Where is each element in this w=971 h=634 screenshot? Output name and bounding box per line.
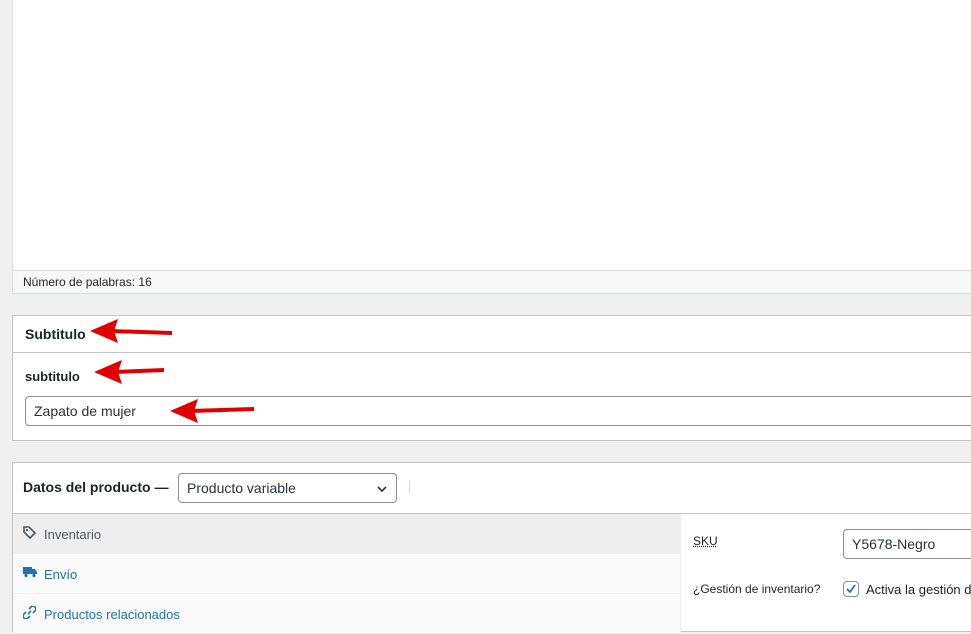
annotation-arrow-icon xyxy=(90,319,173,343)
manage-stock-label: ¿Gestión de inventario? xyxy=(693,582,821,596)
subtitle-field-label: subtitulo xyxy=(25,369,80,384)
product-type-value: Producto variable xyxy=(187,480,296,496)
tab-inventory[interactable]: Inventario xyxy=(13,514,680,554)
tab-linked-products[interactable]: Productos relacionados xyxy=(13,594,680,634)
annotation-arrow-icon xyxy=(94,360,165,384)
sku-input[interactable] xyxy=(843,529,971,559)
product-data-header: Datos del producto — Producto variable xyxy=(13,463,971,514)
checkmark-icon xyxy=(846,584,856,594)
tab-shipping-label: Envío xyxy=(44,567,78,582)
manage-stock-checkbox-label: Activa la gestión d xyxy=(866,582,971,597)
sku-label: SKU xyxy=(693,534,718,548)
subtitle-metabox-title: Subtitulo xyxy=(25,326,86,342)
annotation-arrow-icon xyxy=(170,399,255,423)
product-data-tabs: Inventario Envío Productos relacionados xyxy=(13,514,681,634)
chevron-down-icon xyxy=(376,482,388,498)
truck-icon xyxy=(23,566,37,581)
tab-linked-products-label: Productos relacionados xyxy=(44,607,180,622)
manage-stock-checkbox[interactable] xyxy=(843,581,859,597)
link-icon xyxy=(22,605,37,622)
product-data-metabox: Datos del producto — Producto variable I… xyxy=(12,462,971,634)
tab-shipping[interactable]: Envío xyxy=(13,554,680,594)
product-type-select[interactable]: Producto variable xyxy=(178,473,397,503)
word-count: Número de palabras: 16 xyxy=(23,275,152,289)
tab-inventory-label: Inventario xyxy=(44,527,102,542)
subtitle-input[interactable] xyxy=(25,396,971,426)
content-editor[interactable] xyxy=(12,0,971,271)
tag-icon xyxy=(23,526,37,542)
header-divider xyxy=(409,480,410,494)
product-data-title: Datos del producto — xyxy=(23,479,169,495)
editor-status-bar: Número de palabras: 16 xyxy=(12,271,971,294)
